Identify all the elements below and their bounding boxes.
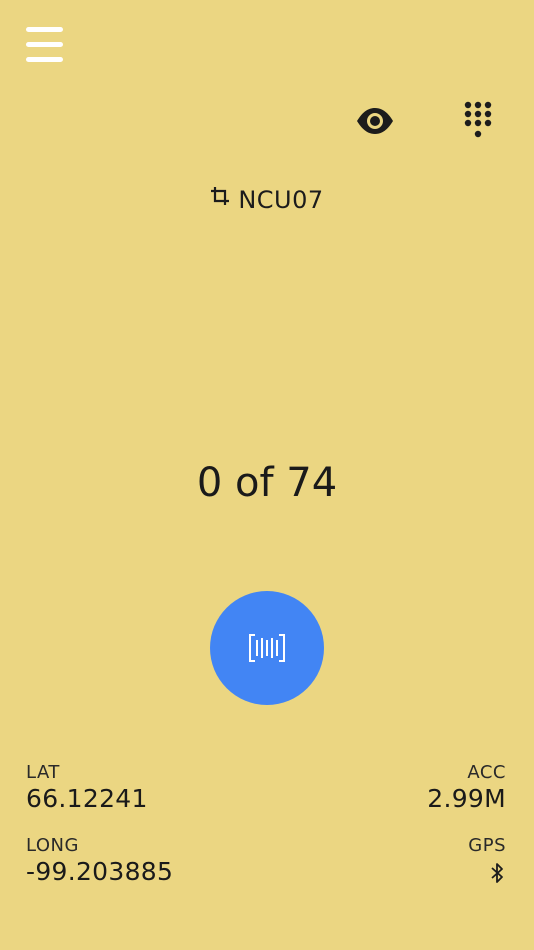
lat-label: LAT: [26, 762, 60, 783]
acc-value: 2.99M: [427, 784, 506, 813]
gps-label: GPS: [468, 835, 506, 856]
crop-icon: [211, 187, 230, 205]
scan-progress: 0 of 74: [196, 460, 338, 506]
hamburger-menu-icon: [26, 27, 63, 32]
long-label: LONG: [26, 835, 79, 856]
menu-button[interactable]: [26, 27, 64, 65]
lat-value: 66.12241: [26, 784, 148, 813]
dialpad-icon: [464, 101, 492, 138]
barcode-scan-icon: [249, 634, 285, 662]
site-code: NCU07: [238, 186, 324, 214]
scan-barcode-button[interactable]: [210, 591, 324, 705]
site-selector[interactable]: NCU07: [0, 185, 534, 214]
bluetooth-icon: [491, 863, 503, 883]
dialpad-button[interactable]: [462, 101, 494, 141]
acc-label: ACC: [467, 762, 506, 783]
long-value: -99.203885: [26, 857, 174, 886]
eye-icon: [357, 108, 393, 134]
visibility-toggle-button[interactable]: [356, 104, 394, 138]
